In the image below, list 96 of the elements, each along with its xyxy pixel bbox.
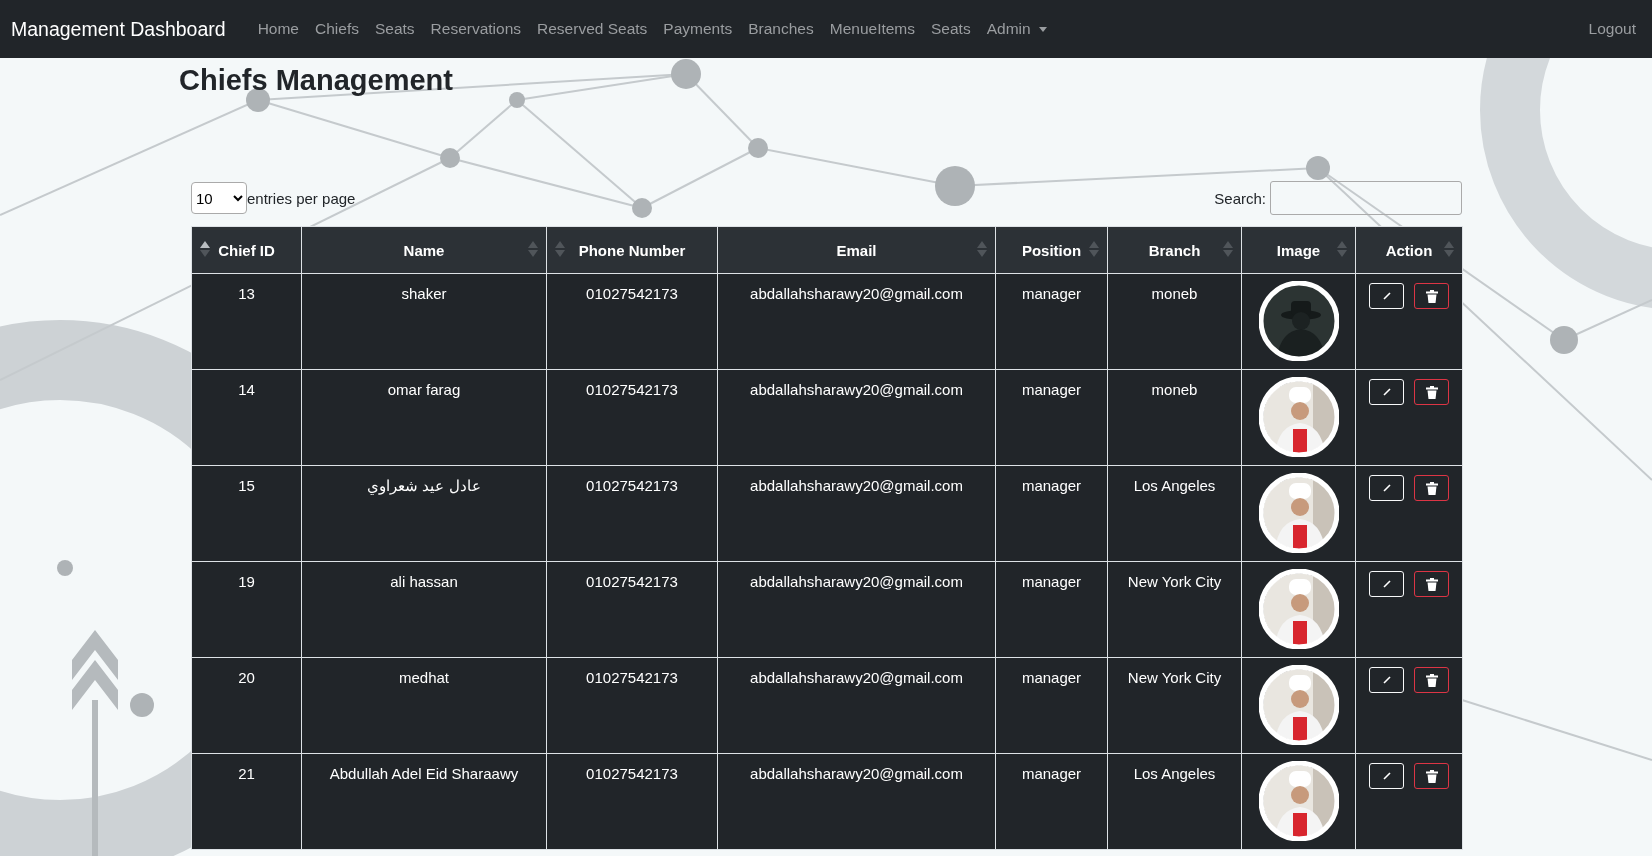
- nav-link[interactable]: Seats: [923, 20, 979, 38]
- table-cell: manager: [1021, 381, 1082, 398]
- table-cell: omar farag: [387, 381, 461, 398]
- table-cell: manager: [1021, 477, 1082, 494]
- brand-title[interactable]: Management Dashboard: [11, 17, 226, 41]
- node-dot: [440, 148, 460, 168]
- delete-button[interactable]: [1414, 379, 1449, 405]
- table-cell: medhat: [398, 669, 449, 686]
- page-title: Chiefs Management: [179, 64, 453, 96]
- table-cell: Los Angeles: [1133, 477, 1216, 494]
- edit-button[interactable]: [1369, 283, 1404, 309]
- column-header[interactable]: Chief ID: [218, 241, 275, 259]
- delete-button[interactable]: [1414, 667, 1449, 693]
- table-cell: manager: [1021, 285, 1082, 302]
- table-cell: 01027542173: [586, 285, 678, 302]
- table-cell: manager: [1021, 573, 1082, 590]
- table-cell: ali hassan: [390, 573, 458, 590]
- column-header[interactable]: Name: [403, 241, 445, 259]
- node-dot: [130, 693, 154, 717]
- node-dot: [57, 560, 73, 576]
- column-header[interactable]: Action: [1385, 241, 1433, 259]
- table-cell: 01027542173: [586, 765, 678, 782]
- edit-button[interactable]: [1369, 571, 1404, 597]
- nav-link[interactable]: Home: [249, 20, 307, 38]
- trash-icon: [1425, 481, 1438, 495]
- nav-link[interactable]: Branches: [740, 20, 822, 38]
- table-cell: abdallahsharawy20@gmail.com: [750, 669, 963, 686]
- logout-link[interactable]: Logout: [1588, 20, 1641, 38]
- delete-button[interactable]: [1414, 763, 1449, 789]
- table-cell: abdallahsharawy20@gmail.com: [750, 477, 963, 494]
- table-cell: shaker: [401, 285, 447, 302]
- search-field[interactable]: [1270, 181, 1462, 215]
- table-cell: abdallahsharawy20@gmail.com: [750, 285, 963, 302]
- table-cell: abdallahsharawy20@gmail.com: [750, 765, 963, 782]
- pencil-icon: [1381, 579, 1392, 589]
- nav-link[interactable]: Chiefs: [307, 20, 367, 38]
- search-label: Search:: [1214, 189, 1266, 207]
- node-dot: [1550, 326, 1578, 354]
- node-dot: [1306, 156, 1330, 180]
- node-dot: [632, 198, 652, 218]
- table-cell: 20: [238, 669, 255, 686]
- trash-icon: [1425, 769, 1438, 783]
- trash-icon: [1425, 577, 1438, 591]
- node-dot: [748, 138, 768, 158]
- table-cell: 15: [238, 477, 255, 494]
- nav-link[interactable]: MenueItems: [821, 20, 924, 38]
- table-cell: 19: [238, 573, 255, 590]
- table-cell: manager: [1021, 765, 1082, 782]
- nav-link[interactable]: Seats: [366, 20, 423, 38]
- nav-link[interactable]: Payments: [655, 20, 741, 38]
- edit-button[interactable]: [1369, 667, 1404, 693]
- table-cell: عادل عيد شعراوي: [367, 477, 481, 494]
- table-cell: 01027542173: [586, 381, 678, 398]
- nav-link[interactable]: Reserved Seats: [529, 20, 656, 38]
- table-cell: abdallahsharawy20@gmail.com: [750, 573, 963, 590]
- edit-button[interactable]: [1369, 379, 1404, 405]
- trash-icon: [1425, 289, 1438, 303]
- edit-button[interactable]: [1369, 763, 1404, 789]
- delete-button[interactable]: [1414, 571, 1449, 597]
- table-cell: abdallahsharawy20@gmail.com: [750, 381, 963, 398]
- node-dot: [935, 166, 975, 206]
- table-cell: 01027542173: [586, 573, 678, 590]
- table-cell: manager: [1021, 669, 1082, 686]
- pencil-icon: [1381, 675, 1392, 685]
- pencil-icon: [1381, 291, 1392, 301]
- table-cell: 01027542173: [586, 477, 678, 494]
- nav-link[interactable]: Admin: [978, 20, 1055, 38]
- edit-button[interactable]: [1369, 475, 1404, 501]
- table-cell: New York City: [1127, 573, 1222, 590]
- table-cell: 14: [238, 381, 255, 398]
- entries-label: entries per page: [247, 189, 356, 207]
- delete-button[interactable]: [1414, 283, 1449, 309]
- delete-button[interactable]: [1414, 475, 1449, 501]
- table-cell: 21: [238, 765, 255, 782]
- pencil-icon: [1381, 387, 1392, 397]
- trash-icon: [1425, 385, 1438, 399]
- nav-link[interactable]: Reservations: [422, 20, 530, 38]
- pencil-icon: [1381, 483, 1392, 493]
- column-header[interactable]: Branch: [1148, 241, 1201, 259]
- pencil-icon: [1381, 771, 1392, 781]
- sort-icon[interactable]: [200, 241, 210, 257]
- table-cell: 01027542173: [586, 669, 678, 686]
- trash-icon: [1425, 673, 1438, 687]
- table-cell: 13: [238, 285, 255, 302]
- caret-icon: [1038, 27, 1047, 33]
- node-dot: [671, 59, 701, 89]
- column-header[interactable]: Email: [836, 241, 877, 259]
- table-cell: New York City: [1127, 669, 1222, 686]
- column-header[interactable]: Image: [1276, 241, 1321, 259]
- node-dot: [509, 92, 525, 108]
- table-cell: moneb: [1151, 285, 1198, 302]
- table-cell: moneb: [1151, 381, 1198, 398]
- table-cell: Los Angeles: [1133, 765, 1216, 782]
- node-dot: [246, 88, 270, 112]
- table-cell: Abdullah Adel Eid Sharaawy: [329, 765, 519, 782]
- page-size-select[interactable]: 10: [191, 182, 247, 214]
